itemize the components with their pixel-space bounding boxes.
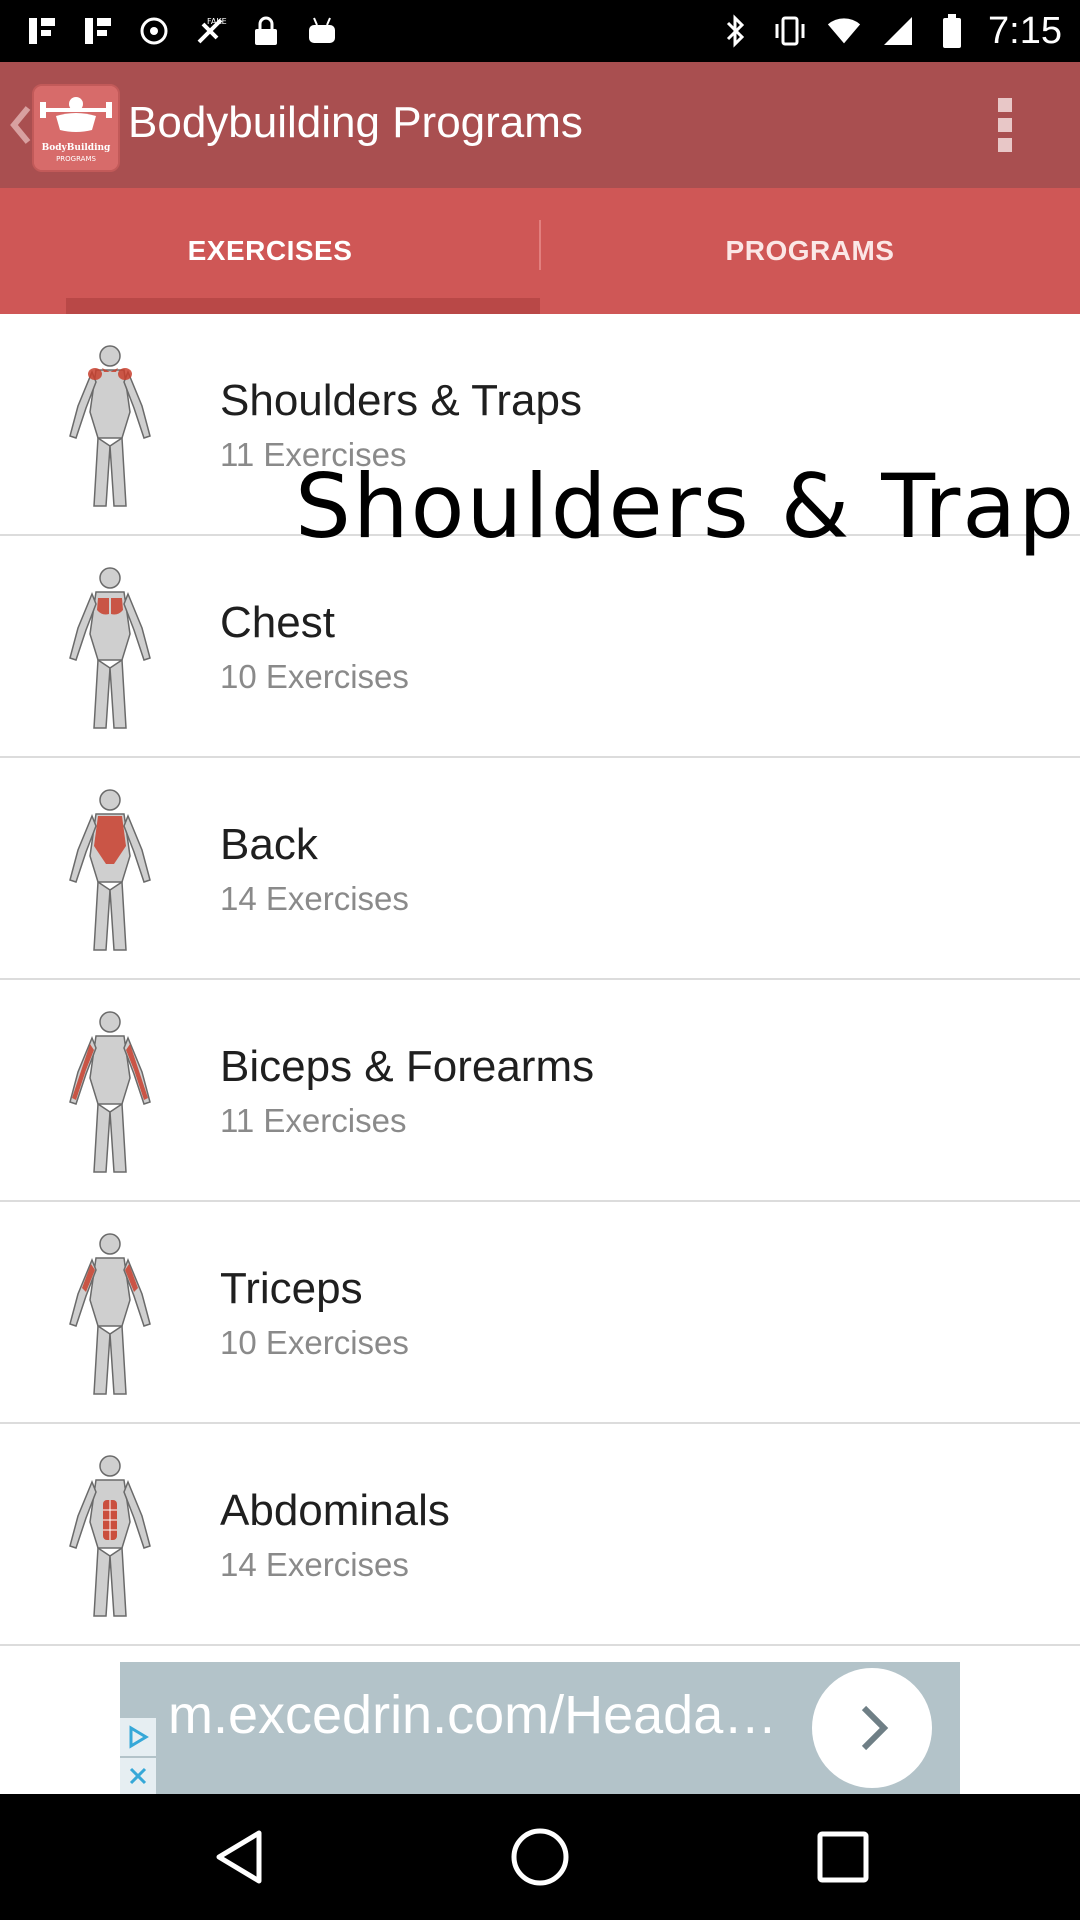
- muscle-figure-biceps-icon: [58, 1008, 162, 1176]
- exercise-count: 10 Exercises: [220, 658, 409, 695]
- status-time: 7:15: [988, 9, 1062, 52]
- exercise-title: Biceps & Forearms: [220, 1042, 595, 1091]
- app-bar: BodyBuilding PROGRAMS Bodybuilding Progr…: [0, 62, 1080, 188]
- tab-exercises[interactable]: EXERCISES: [0, 188, 540, 314]
- signal-icon: [880, 13, 916, 49]
- svg-text:FAKE: FAKE: [207, 17, 227, 26]
- tab-programs[interactable]: PROGRAMS: [540, 188, 1080, 314]
- logo-text-line2: PROGRAMS: [56, 155, 96, 163]
- muscle-figure-shoulders-icon: [58, 342, 162, 510]
- notification-icon: [24, 13, 60, 49]
- exercise-count: 11 Exercises: [220, 1102, 407, 1139]
- exercise-title: Abdominals: [220, 1486, 450, 1535]
- exercise-title: Back: [220, 820, 318, 869]
- exercise-count: 14 Exercises: [220, 880, 409, 917]
- logo-text-line1: BodyBuilding: [42, 143, 111, 153]
- nav-home-icon[interactable]: [505, 1822, 575, 1892]
- battery-icon: [934, 13, 970, 49]
- list-item-biceps[interactable]: Biceps & Forearms 11 Exercises: [0, 980, 1080, 1202]
- nav-back-icon[interactable]: [205, 1822, 275, 1892]
- tab-selected-indicator: [66, 298, 540, 314]
- list-item-abdominals[interactable]: Abdominals 14 Exercises: [0, 1424, 1080, 1646]
- ad-choices-icon[interactable]: [120, 1718, 156, 1756]
- list-item-triceps[interactable]: Triceps 10 Exercises: [0, 1202, 1080, 1424]
- exercise-title: Chest: [220, 598, 335, 647]
- ad-close-icon[interactable]: [120, 1758, 156, 1794]
- vibrate-icon: [772, 13, 808, 49]
- fake-gps-icon: FAKE: [192, 13, 228, 49]
- ad-banner[interactable]: m.excedrin.com/Heada…: [120, 1662, 960, 1794]
- wifi-icon: [826, 13, 862, 49]
- muscle-figure-chest-icon: [58, 564, 162, 732]
- muscle-figure-back-icon: [58, 786, 162, 954]
- overlay-caption: Shoulders & Trap: [295, 455, 1077, 558]
- bluetooth-icon: [718, 13, 754, 49]
- android-icon: [304, 13, 340, 49]
- nav-recent-apps-icon[interactable]: [808, 1822, 878, 1892]
- navigation-bar: [0, 1794, 1080, 1920]
- ad-url-text[interactable]: m.excedrin.com/Heada…: [168, 1684, 777, 1746]
- list-item-back[interactable]: Back 14 Exercises: [0, 758, 1080, 980]
- list-item-chest[interactable]: Chest 10 Exercises: [0, 536, 1080, 758]
- exercise-title: Shoulders & Traps: [220, 376, 582, 425]
- status-bar: FAKE 7:15: [0, 0, 1080, 62]
- exercise-count: 14 Exercises: [220, 1546, 409, 1583]
- app-logo[interactable]: BodyBuilding PROGRAMS: [32, 84, 120, 172]
- tab-bar: EXERCISES PROGRAMS: [0, 188, 1080, 314]
- lock-icon: [248, 13, 284, 49]
- notification-icon: [80, 13, 116, 49]
- sync-icon: [136, 13, 172, 49]
- exercise-count: 10 Exercises: [220, 1324, 409, 1361]
- app-title: Bodybuilding Programs: [128, 98, 583, 147]
- exercise-title: Triceps: [220, 1264, 363, 1313]
- overflow-menu-icon[interactable]: [990, 92, 1020, 158]
- muscle-figure-abs-icon: [58, 1452, 162, 1620]
- chevron-right-icon: [861, 1705, 889, 1751]
- status-left-icons: FAKE: [24, 10, 340, 52]
- ad-arrow-button[interactable]: [812, 1668, 932, 1788]
- muscle-figure-triceps-icon: [58, 1230, 162, 1398]
- status-right-icons: 7:15: [718, 10, 1062, 52]
